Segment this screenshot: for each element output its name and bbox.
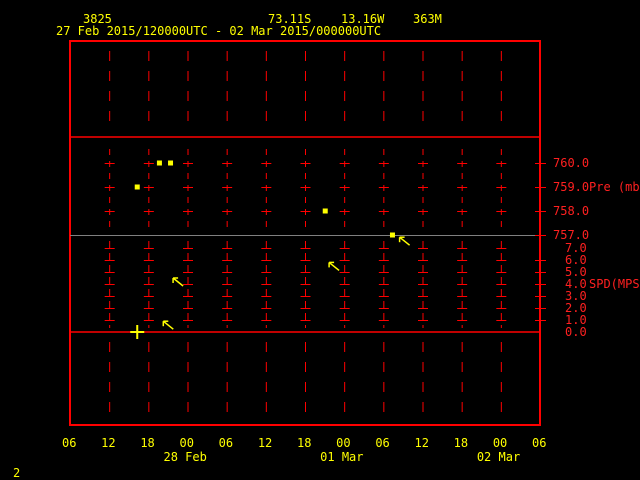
x-tick-label: 06 (375, 436, 390, 450)
pressure-point (134, 184, 140, 190)
x-tick-label: 18 (453, 436, 469, 450)
x-tick-label: 18 (297, 436, 312, 450)
x-tick-label: 06 (218, 436, 234, 450)
pressure-tick-label: 760.0 (553, 156, 590, 170)
pressure-tick-label: 759.0 (553, 180, 590, 194)
date-label: 02 Mar (476, 450, 521, 464)
x-tick-label: 00 (336, 436, 351, 450)
date-label: 28 Feb (163, 450, 207, 464)
pressure-point (156, 160, 162, 166)
date-label: 01 Mar (320, 450, 364, 464)
x-tick-label: 06 (532, 436, 547, 450)
x-tick-label: 06 (62, 436, 77, 450)
pressure-tick-label: 757.0 (553, 228, 590, 242)
x-tick-label: 12 (414, 436, 429, 450)
x-tick-label: 12 (257, 436, 273, 450)
x-tick-label: 00 (179, 436, 194, 450)
pressure-point (322, 208, 328, 214)
pressure-axis-label: Pre (mb) (589, 180, 640, 194)
pressure-point (168, 160, 174, 166)
x-tick-label: 12 (101, 436, 116, 450)
wind-arrow (328, 261, 340, 271)
wind-arrow (162, 320, 174, 330)
pressure-point (389, 232, 395, 238)
x-tick-label: 18 (140, 436, 155, 450)
speed-axis-label: SPD(MPS) (589, 277, 640, 291)
speed-tick-label: 0.0 (565, 325, 587, 339)
pressure-tick-label: 758.0 (553, 204, 590, 218)
wind-arrow (398, 236, 411, 246)
x-tick-label: 00 (492, 436, 508, 450)
meteogram-plot (69, 40, 546, 426)
wind-arrow (172, 277, 184, 287)
